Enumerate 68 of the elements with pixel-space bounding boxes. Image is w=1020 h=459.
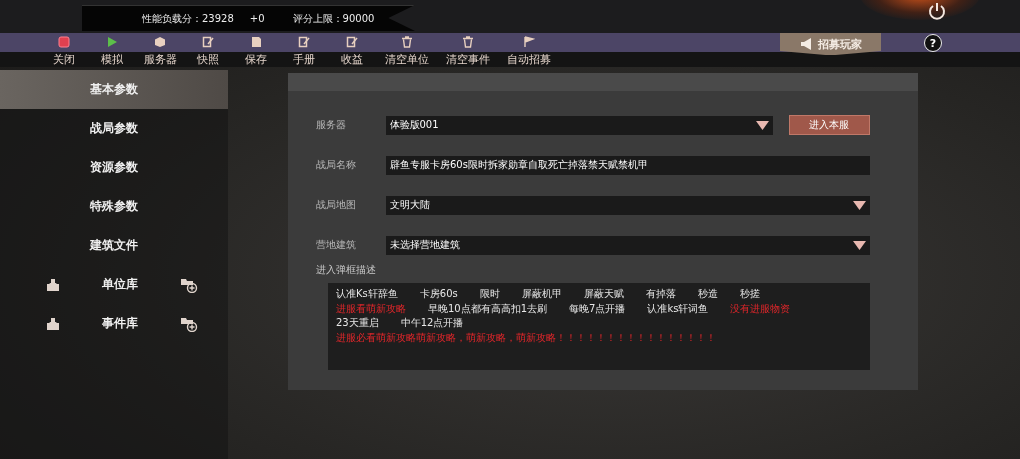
- save-icon: [250, 36, 262, 48]
- description-text: 卡房60s: [419, 287, 458, 302]
- description-text: 每晚7点开播: [569, 301, 626, 316]
- toolbar-button[interactable]: 手册: [280, 33, 328, 67]
- edit-icon: [202, 36, 214, 48]
- toolbar-button[interactable]: 清空单位: [376, 33, 437, 67]
- description-text: 屏蔽机甲: [521, 287, 562, 302]
- flag-icon: [522, 36, 535, 48]
- name-field[interactable]: 辟鱼专服卡房60s限时拆家勋章自取死亡掉落禁天赋禁机甲: [386, 155, 870, 175]
- trash-icon: [400, 36, 413, 48]
- play-icon: [106, 36, 118, 48]
- dropdown-caret-icon: [853, 200, 866, 210]
- score-limit-text: 评分上限：90000: [292, 11, 375, 26]
- description-text: 中午12点开播: [400, 316, 464, 331]
- toolbar-button[interactable]: 关闭: [40, 33, 88, 67]
- add-folder-icon[interactable]: [180, 276, 198, 293]
- toolbar-button[interactable]: 快照: [184, 33, 232, 67]
- description-text: 进服看萌新攻略: [336, 301, 406, 316]
- field-label: 进入弹框描述: [316, 263, 377, 277]
- server-dropdown[interactable]: 体验版001: [385, 115, 773, 135]
- dropdown-caret-icon: [853, 240, 866, 250]
- sidebar-tab[interactable]: 基本参数: [0, 70, 228, 109]
- field-label: 战局地图: [316, 198, 357, 212]
- import-icon[interactable]: [46, 277, 60, 292]
- sidebar-tab[interactable]: 建筑文件: [0, 226, 228, 265]
- description-text: 屏蔽天赋: [583, 287, 624, 302]
- help-button[interactable]: ?: [924, 34, 942, 52]
- field-label: 战局名称: [316, 158, 357, 172]
- enter-server-button[interactable]: 进入本服: [788, 115, 870, 135]
- library-item[interactable]: 事件库: [102, 315, 138, 332]
- toolbar-button[interactable]: 自动招募: [498, 33, 559, 67]
- stop-icon: [58, 36, 70, 48]
- edit-icon: [346, 36, 358, 48]
- description-text: 秒造: [697, 287, 718, 302]
- import-icon[interactable]: [46, 316, 60, 331]
- description-text: 认准Ks轩辞鱼: [336, 287, 398, 302]
- description-text: 限时: [479, 287, 500, 302]
- description-text: 进服必看萌新攻略萌新攻略，萌新攻略，萌新攻略！！！！！！！！！！！！！！！！: [336, 330, 716, 345]
- edit-icon: [298, 36, 310, 48]
- toolbar-button[interactable]: 模拟: [88, 33, 136, 67]
- sidebar-tab[interactable]: 战局参数: [0, 109, 228, 148]
- field-label: 服务器: [316, 118, 347, 132]
- trash-icon: [461, 36, 474, 48]
- power-icon[interactable]: [927, 1, 947, 21]
- toolbar-button[interactable]: 收益: [328, 33, 376, 67]
- sidebar-tab[interactable]: 资源参数: [0, 148, 228, 187]
- box-icon: [154, 36, 166, 48]
- map-dropdown[interactable]: 文明大陆: [386, 195, 870, 215]
- description-text: 23天重启: [336, 316, 379, 331]
- load-score-text: 性能负载分：23928: [142, 11, 234, 26]
- building-dropdown[interactable]: 未选择营地建筑: [386, 235, 870, 255]
- toolbar-button[interactable]: 保存: [232, 33, 280, 67]
- toolbar-button[interactable]: 服务器: [136, 33, 184, 67]
- dropdown-caret-icon: [755, 120, 769, 130]
- description-text: 有掉落: [645, 287, 676, 302]
- recruit-button[interactable]: 招募玩家: [780, 33, 881, 55]
- description-field[interactable]: 认准Ks轩辞鱼 卡房60s 限时 屏蔽机甲 屏蔽天赋 有掉落 秒造 秒搓 进服看萌新攻略 早晚10点都有高高扣1去刷 每晚7点开播 认准ks轩词鱼 没有进服物资 23天重启 中午12点开播 进服必看萌新攻略萌新攻略，萌新攻略，萌新攻略！！！！！！！！！！！！！！！！: [328, 283, 870, 370]
- add-folder-icon[interactable]: [180, 315, 198, 332]
- description-text: 认准ks轩词鱼: [647, 301, 709, 316]
- library-item[interactable]: 单位库: [102, 276, 138, 293]
- field-label: 营地建筑: [316, 238, 357, 252]
- megaphone-icon: [799, 38, 814, 50]
- description-text: 秒搓: [739, 287, 760, 302]
- toolbar-button[interactable]: 清空事件: [437, 33, 498, 67]
- sidebar-tab[interactable]: 特殊参数: [0, 187, 228, 226]
- score-delta-text: +0: [249, 13, 265, 24]
- description-text: 没有进服物资: [730, 301, 791, 316]
- description-text: 早晚10点都有高高扣1去刷: [428, 301, 548, 316]
